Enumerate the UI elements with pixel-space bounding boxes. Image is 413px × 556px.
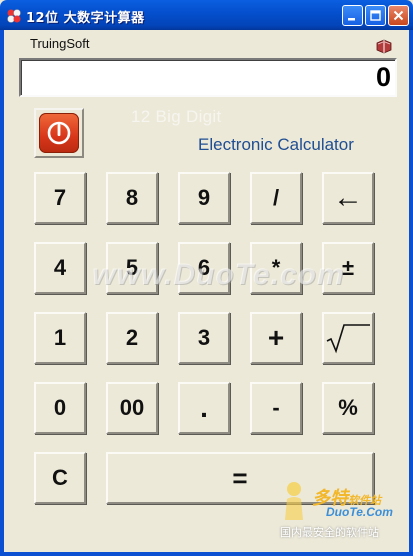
book-icon[interactable] <box>375 38 393 54</box>
maximize-icon <box>370 10 381 21</box>
key-equals[interactable]: = <box>106 452 374 504</box>
window-frame-bottom <box>0 552 413 556</box>
subtitle-line1: 12 Big Digit <box>131 107 222 126</box>
key-plus-minus[interactable]: ± <box>322 242 374 294</box>
key-0[interactable]: 0 <box>34 382 86 434</box>
key-5[interactable]: 5 <box>106 242 158 294</box>
title-bar: 12位 大数字计算器 <box>0 0 413 30</box>
key-9[interactable]: 9 <box>178 172 230 224</box>
key-6[interactable]: 6 <box>178 242 230 294</box>
window-title: 12位 大数字计算器 <box>26 11 145 26</box>
key-backspace[interactable]: ← <box>322 172 374 224</box>
power-button[interactable] <box>34 108 84 158</box>
subtitle-line2: Electronic Calculator <box>198 135 354 154</box>
maximize-button[interactable] <box>365 5 386 26</box>
key-8[interactable]: 8 <box>106 172 158 224</box>
power-button-face <box>39 113 79 153</box>
sqrt-icon <box>326 324 370 354</box>
close-icon <box>393 10 404 21</box>
key-00[interactable]: 00 <box>106 382 158 434</box>
key-divide[interactable]: / <box>250 172 302 224</box>
key-1[interactable]: 1 <box>34 312 86 364</box>
window-frame-left <box>0 30 4 556</box>
key-percent[interactable]: % <box>322 382 374 434</box>
display-value: 0 <box>375 62 391 92</box>
key-subtract[interactable]: - <box>250 382 302 434</box>
close-button[interactable] <box>388 5 409 26</box>
display-screen: 0 <box>19 58 397 97</box>
key-sqrt[interactable] <box>322 312 374 364</box>
key-multiply[interactable]: * <box>250 242 302 294</box>
logo-slogan-text: 国内最安全的软件站 <box>280 527 379 539</box>
minimize-icon <box>348 18 355 21</box>
window-frame-right <box>409 30 413 556</box>
logo-url-text: DuoTe.Com <box>326 505 393 519</box>
key-7[interactable]: 7 <box>34 172 86 224</box>
minimize-button[interactable] <box>342 5 363 26</box>
power-icon <box>47 121 71 145</box>
key-3[interactable]: 3 <box>178 312 230 364</box>
key-4[interactable]: 4 <box>34 242 86 294</box>
calculator-app-icon <box>7 9 21 23</box>
key-2[interactable]: 2 <box>106 312 158 364</box>
brand-label: TruingSoft <box>30 36 90 51</box>
key-clear[interactable]: C <box>34 452 86 504</box>
key-add[interactable]: + <box>250 312 302 364</box>
key-decimal[interactable]: . <box>178 382 230 434</box>
